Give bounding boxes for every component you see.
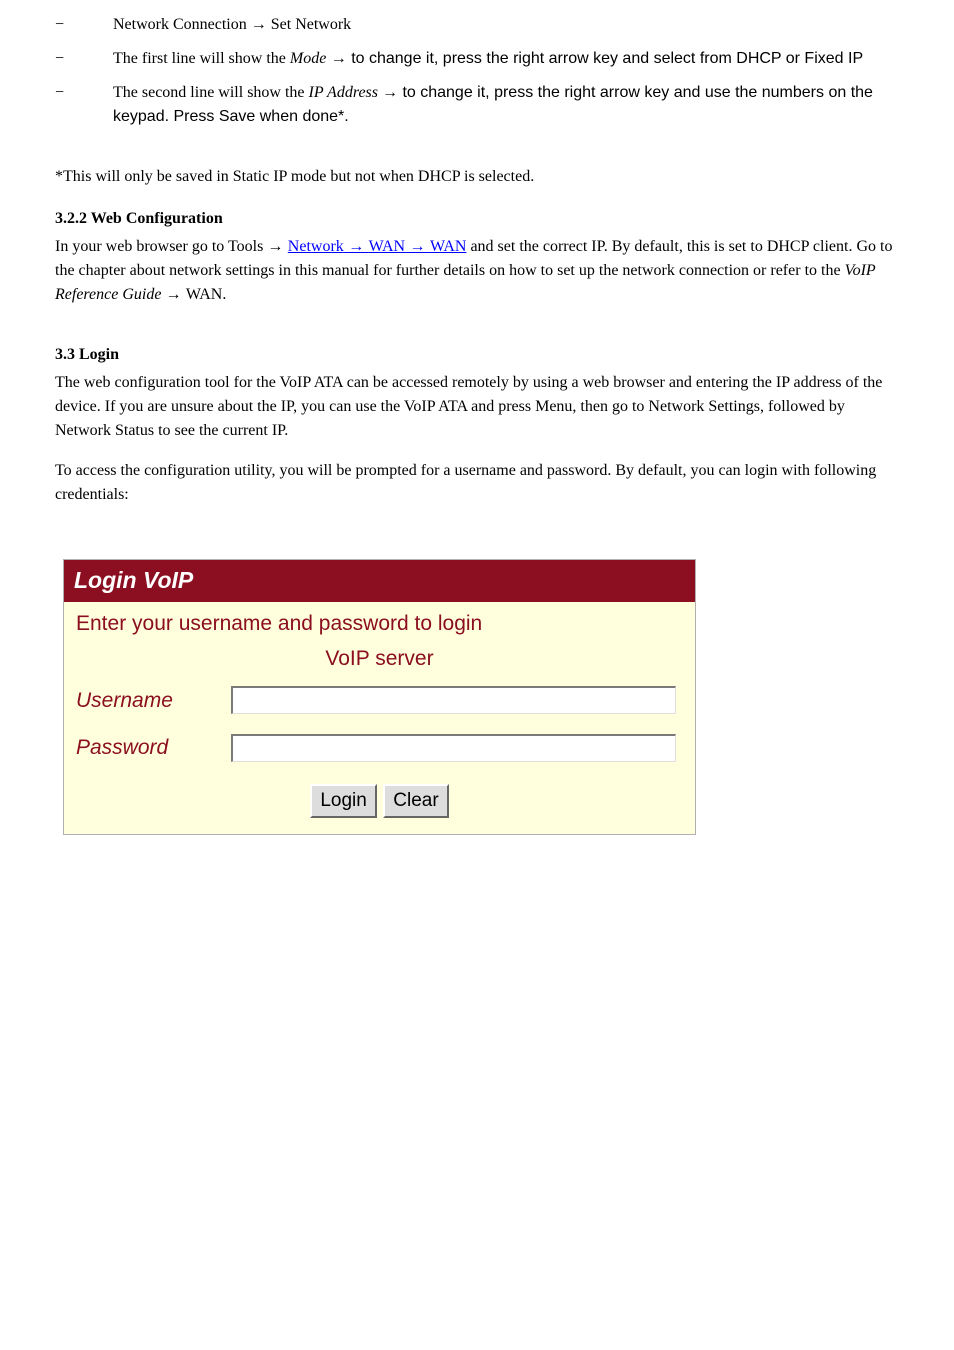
text-emphasis: Mode [290,50,326,67]
bullet-symbol: − [55,13,113,37]
paragraph: The web configuration tool for the VoIP … [55,371,899,443]
arrow-icon: → [344,238,369,255]
login-intro-text: Enter your username and password to logi… [76,608,683,640]
arrow-icon: → [267,238,287,255]
bullet-symbol: − [55,47,113,71]
arrow-icon: → [165,286,185,303]
text: The first line will show the [113,50,290,67]
bullet-item: − Network Connection → Set Network [55,13,899,37]
bullet-item: − The second line will show the IP Addre… [55,81,899,129]
password-row: Password [76,732,683,764]
arrow-icon: → [405,238,430,255]
username-label: Username [76,685,231,717]
paragraph: In your web browser go to Tools → Networ… [55,235,899,307]
link-network[interactable]: Network [288,238,344,255]
text: In your web browser go to Tools [55,238,267,255]
bullet-text: Network Connection → Set Network [113,13,899,37]
arrow-icon: → [251,16,267,33]
link-wan[interactable]: WAN [369,238,405,255]
link-wan[interactable]: WAN [430,238,466,255]
clear-button[interactable]: Clear [383,784,448,819]
paragraph: To access the configuration utility, you… [55,459,899,507]
text: Network Connection [113,16,251,33]
text: The second line will show the [113,84,305,101]
text: WAN. [186,286,226,303]
text: Set Network [267,16,351,33]
text-with-arrow: → to change it, press the right arrow ke… [326,50,863,67]
password-input[interactable] [231,734,676,762]
login-panel: Login VoIP Enter your username and passw… [63,559,899,835]
bullet-text: The first line will show the Mode → to c… [113,47,899,71]
username-row: Username [76,685,683,717]
login-panel-header: Login VoIP [64,560,695,602]
bullet-symbol: − [55,81,113,129]
section-heading: 3.2.2 Web Configuration [55,207,899,231]
section-heading: 3.3 Login [55,343,899,367]
login-subtitle: VoIP server [76,643,683,675]
note-text: *This will only be saved in Static IP mo… [55,165,899,189]
bullet-item: − The first line will show the Mode → to… [55,47,899,71]
text-emphasis: IP Address [305,84,382,101]
username-input[interactable] [231,686,676,714]
login-button[interactable]: Login [310,784,377,819]
password-label: Password [76,732,231,764]
bullet-text: The second line will show the IP Address… [113,81,899,129]
